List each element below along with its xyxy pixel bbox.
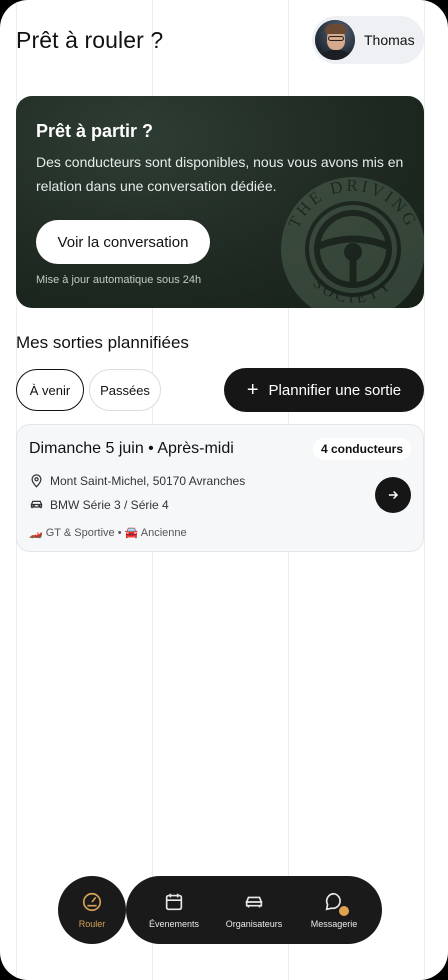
- drivers-count-badge: 4 conducteurs: [312, 438, 411, 460]
- page-title: Prêt à rouler ?: [16, 27, 164, 53]
- ride-card[interactable]: Dimanche 5 juin • Après-midi 4 conducteu…: [16, 424, 424, 552]
- avatar: [315, 20, 355, 60]
- nav-item-evenements[interactable]: Évenements: [135, 891, 213, 929]
- nav-label: Organisateurs: [225, 919, 283, 929]
- calendar-icon: [165, 893, 183, 911]
- plan-ride-label: Plannifier une sortie: [268, 381, 402, 399]
- ready-banner: THE DRIVING SOCIETY Prêt à partir ? Des …: [16, 96, 424, 308]
- banner-title: Prêt à partir ?: [36, 121, 154, 141]
- profile-chip[interactable]: Thomas: [312, 16, 424, 64]
- ride-date: Dimanche 5 juin • Après-midi: [29, 440, 234, 457]
- nav-label: Messagerie: [310, 919, 358, 929]
- plan-ride-button[interactable]: + Plannifier une sortie: [224, 368, 424, 412]
- car-icon: [245, 896, 263, 908]
- profile-name: Thomas: [364, 32, 415, 48]
- nav-item-rouler[interactable]: Rouler: [58, 876, 126, 944]
- gauge-icon: [82, 892, 102, 912]
- nav-label: Évenements: [148, 919, 200, 929]
- car-text: BMW Série 3 / Série 4: [50, 497, 169, 512]
- view-conversation-button[interactable]: Voir la conversation: [36, 220, 210, 264]
- app-screen: Prêt à rouler ? Thomas THE DRIVING SOCIE…: [0, 0, 448, 980]
- arrow-right-icon: [388, 490, 399, 500]
- update-note: Mise à jour automatique sous 24h: [36, 274, 202, 286]
- nav-item-messagerie[interactable]: Messagerie: [295, 891, 373, 929]
- layout-guide: [424, 0, 425, 980]
- filter-upcoming[interactable]: À venir: [16, 369, 84, 411]
- banner-text: Des conducteurs sont disponibles, nous v…: [36, 154, 404, 194]
- filter-past[interactable]: Passées: [89, 369, 161, 411]
- car-icon: [30, 500, 43, 509]
- section-title: Mes sorties plannifiées: [16, 333, 189, 352]
- ride-car: BMW Série 3 / Série 4: [29, 497, 169, 512]
- nav-item-organisateurs[interactable]: Organisateurs: [215, 891, 293, 929]
- unread-dot: [339, 906, 349, 916]
- chat-icon-wrap: [323, 891, 349, 916]
- location-text: Mont Saint-Michel, 50170 Avranches: [50, 473, 246, 488]
- ride-location: Mont Saint-Michel, 50170 Avranches: [29, 473, 245, 488]
- nav-group: Évenements Organisateurs Messagerie: [126, 876, 382, 944]
- bottom-nav: Rouler Évenements Organisateurs Messager…: [58, 876, 382, 944]
- ride-tags: 🏎️ GT & Sportive • 🚘 Ancienne: [29, 527, 187, 539]
- nav-label: Rouler: [78, 919, 106, 929]
- location-pin-icon: [31, 474, 42, 488]
- plus-icon: +: [246, 379, 259, 401]
- open-ride-button[interactable]: [375, 477, 411, 513]
